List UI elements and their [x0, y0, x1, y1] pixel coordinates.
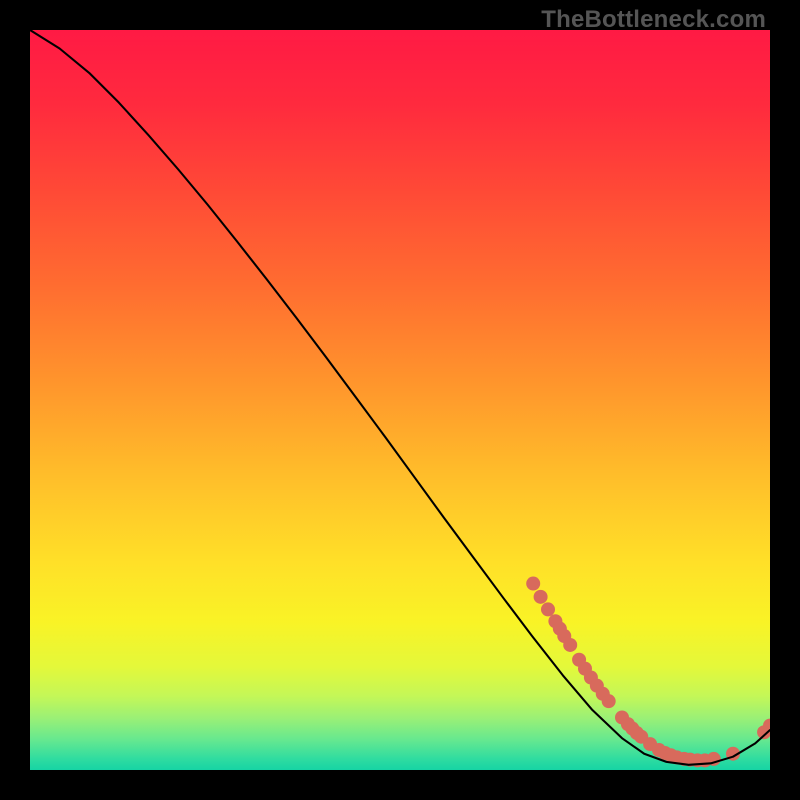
curve-line	[30, 30, 770, 765]
plot-area	[30, 30, 770, 770]
scatter-points	[526, 577, 770, 768]
chart-overlay	[30, 30, 770, 770]
scatter-point	[534, 590, 548, 604]
scatter-point	[563, 638, 577, 652]
scatter-point	[526, 577, 540, 591]
scatter-point	[541, 602, 555, 616]
scatter-point	[602, 694, 616, 708]
